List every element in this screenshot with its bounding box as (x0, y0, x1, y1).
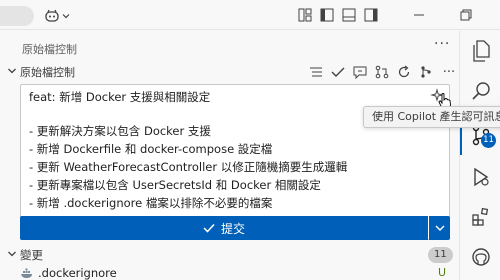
changes-title: 變更 (20, 248, 43, 262)
search-activity-button[interactable] (469, 79, 493, 103)
scm-section-header[interactable]: 原始檔控制 ··· (0, 61, 459, 83)
copilot-comment-button[interactable] (352, 64, 368, 80)
section-actions: ··· (308, 63, 458, 81)
copilot-tooltip: 使用 Copilot 產生認可訊息 (363, 106, 500, 128)
explorer-activity-button[interactable] (469, 39, 493, 63)
refresh-icon (398, 65, 410, 78)
file-row[interactable]: .dockerignore U (0, 263, 459, 280)
panel-title: 原始檔控制 (22, 43, 77, 56)
toggle-secondary-sidebar-icon[interactable] (364, 8, 378, 22)
minimize-icon[interactable] (412, 8, 426, 22)
file-name: .dockerignore (38, 266, 117, 280)
git-graph-icon (421, 66, 431, 78)
section-more-actions-button[interactable]: ··· (440, 64, 458, 80)
run-debug-activity-button[interactable] (469, 165, 493, 189)
check-icon (203, 223, 215, 233)
run-debug-icon (474, 167, 489, 187)
toggle-primary-sidebar-icon[interactable] (320, 8, 334, 22)
docker-file-icon (21, 268, 32, 278)
files-icon (473, 40, 490, 62)
toggle-panel-icon[interactable] (342, 8, 356, 22)
github-activity-button[interactable] (469, 245, 493, 269)
customize-layout-icon[interactable] (298, 8, 312, 22)
chevron-down-icon (8, 251, 16, 257)
create-pull-request-button[interactable] (374, 64, 390, 80)
refresh-button[interactable] (396, 64, 412, 80)
changes-section-header[interactable]: 變更 11 (0, 243, 459, 265)
commit-button[interactable]: 提交 (20, 216, 428, 240)
check-icon (331, 67, 345, 77)
commit-message-line: - 新增 .dockerignore 檔案以排除不必要的檔案 (29, 196, 273, 210)
chevron-down-icon (62, 14, 70, 19)
section-title: 原始檔控制 (20, 66, 75, 79)
commit-button-label: 提交 (220, 221, 245, 236)
restore-icon[interactable] (459, 8, 473, 22)
scm-count-badge: 11 (481, 133, 496, 148)
changes-count-badge: 11 (428, 247, 453, 263)
commit-message-line: - 更新專案檔以包含 UserSecretsId 和 Docker 相關設定 (29, 178, 321, 192)
title-bar (0, 0, 500, 30)
git-pull-request-icon (375, 65, 389, 79)
github-icon (472, 248, 490, 266)
commit-message-line: - 新增 Dockerfile 和 docker-compose 設定檔 (29, 142, 273, 156)
list-tree-icon (310, 67, 322, 77)
command-center-edge[interactable] (0, 6, 34, 26)
graph-button[interactable] (418, 64, 434, 80)
comment-sparkle-icon (353, 66, 367, 79)
commit-check-button[interactable] (330, 64, 346, 80)
search-icon (472, 82, 490, 100)
commit-options-dropdown[interactable] (429, 216, 450, 240)
copilot-icon (45, 9, 59, 22)
activity-bar: 11 (459, 31, 500, 280)
extensions-icon (472, 207, 489, 226)
view-as-tree-button[interactable] (308, 64, 324, 80)
chevron-down-icon (8, 68, 16, 74)
chevron-down-icon (435, 225, 444, 231)
commit-message-line: - 更新 WeatherForecastController 以修正隨機摘要生成… (29, 160, 348, 174)
source-control-panel: 原始檔控制 ··· 原始檔控制 ··· feat: 新增 Docker 支援與相… (0, 31, 500, 280)
commit-message-line: feat: 新增 Docker 支援與相關設定 (29, 90, 211, 104)
extensions-activity-button[interactable] (469, 205, 493, 229)
panel-more-actions-button[interactable]: ··· (434, 36, 450, 52)
copilot-menu-button[interactable] (44, 7, 70, 25)
commit-message-line: - 更新解決方案以包含 Docker 支援 (29, 124, 211, 138)
file-status-untracked: U (438, 266, 447, 279)
